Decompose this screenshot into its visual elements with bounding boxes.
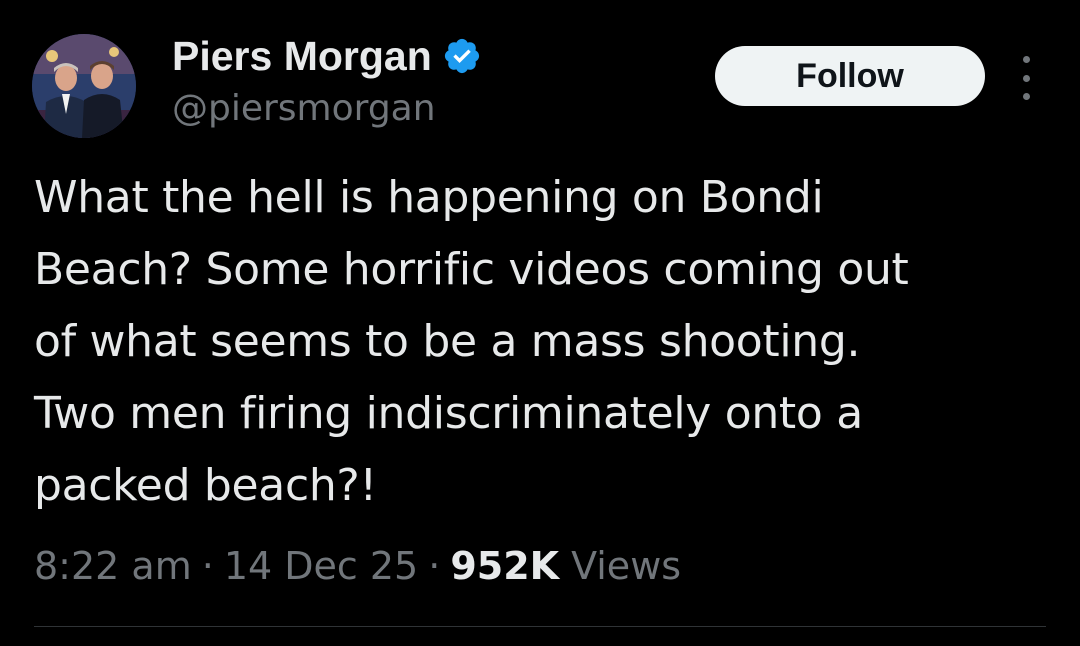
more-dot [1022, 74, 1030, 82]
views-count[interactable]: 952K [450, 544, 559, 588]
tweet-date[interactable]: 14 Dec 25 [224, 544, 418, 588]
views-label[interactable]: Views [571, 544, 681, 588]
author-name-row: Piers Morgan [172, 30, 482, 82]
more-dot [1022, 56, 1030, 63]
tweet-meta-row: 8:22 am · 14 Dec 25 · 952K Views [34, 540, 681, 592]
author-handle[interactable]: @piersmorgan [172, 88, 436, 129]
author-avatar[interactable] [32, 34, 136, 138]
author-display-name[interactable]: Piers Morgan [172, 33, 432, 80]
avatar-image [32, 34, 136, 138]
meta-separator: · [201, 544, 214, 588]
more-dot [1022, 93, 1030, 100]
tweet-card: Piers Morgan @piersmorgan Follow What th… [0, 0, 1080, 646]
tweet-text: What the hell is happening on Bondi Beac… [34, 172, 909, 511]
tweet-time[interactable]: 8:22 am [34, 544, 192, 588]
meta-separator: · [428, 544, 441, 588]
divider [34, 626, 1046, 627]
follow-button[interactable]: Follow [715, 46, 985, 106]
more-options-icon[interactable] [1012, 56, 1040, 100]
verified-badge-icon[interactable] [442, 36, 482, 76]
